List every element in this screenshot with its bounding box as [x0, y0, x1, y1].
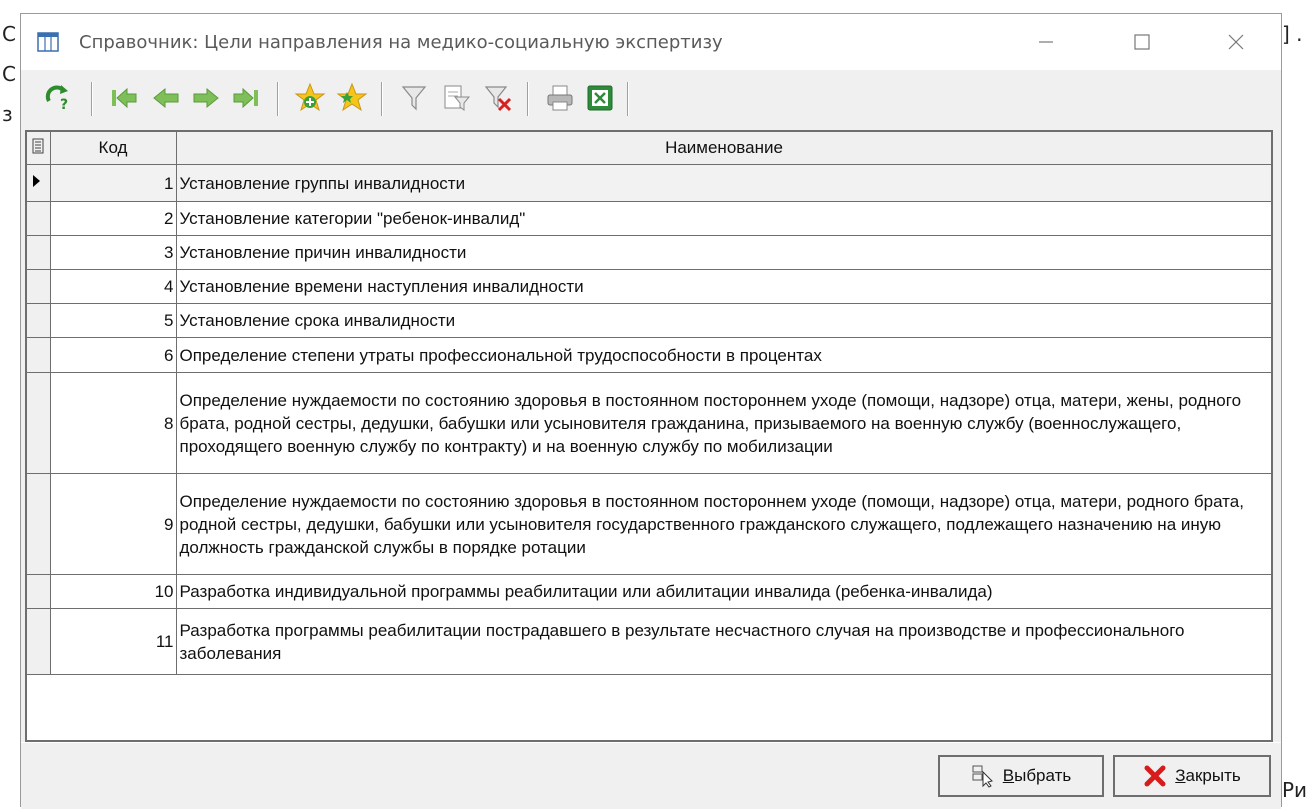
row-indicator[interactable]: [27, 303, 51, 338]
table-row[interactable]: 6 Определение степени утраты профессиона…: [27, 337, 1271, 373]
bg-text-fragment: С: [2, 62, 16, 86]
cell-name: Установление группы инвалидности: [176, 164, 1271, 202]
excel-icon: [587, 85, 613, 111]
cell-name: Установление срока инвалидности: [176, 303, 1271, 338]
select-pointer-icon: [972, 765, 993, 788]
close-button[interactable]: Закрыть: [1113, 755, 1271, 797]
cell-code: 8: [50, 372, 177, 474]
favorites-button[interactable]: [333, 80, 371, 116]
filter-document-icon: [444, 85, 471, 111]
title-bar: Справочник: Цели направления на медико-с…: [21, 14, 1281, 70]
cell-name: Разработка индивидуальной программы реаб…: [176, 574, 1271, 609]
reference-dialog: Справочник: Цели направления на медико-с…: [20, 13, 1282, 809]
maximize-icon: [1134, 34, 1150, 50]
close-x-icon: [1144, 765, 1166, 787]
refresh-button[interactable]: ?: [39, 80, 77, 116]
bg-text-fragment: з: [2, 102, 13, 126]
cell-code: 4: [50, 269, 177, 304]
table-icon: [37, 32, 59, 52]
filter-button[interactable]: [395, 80, 433, 116]
arrow-left-icon: [153, 87, 179, 109]
first-record-button[interactable]: [105, 80, 143, 116]
close-button-label: Закрыть: [1175, 766, 1241, 785]
filter-remove-icon: [484, 86, 512, 112]
cell-code: 10: [50, 574, 177, 609]
dialog-footer: Выбрать Закрыть: [21, 742, 1281, 809]
row-indicator[interactable]: [27, 372, 51, 474]
row-indicator[interactable]: [27, 574, 51, 609]
bg-text-fragment: Ри: [1282, 778, 1308, 802]
table-row[interactable]: 2 Установление категории "ребенок-инвали…: [27, 201, 1271, 236]
row-indicator[interactable]: [27, 269, 51, 304]
toolbar: ?: [21, 70, 1281, 128]
row-indicator[interactable]: [27, 235, 51, 270]
svg-text:?: ?: [60, 97, 68, 113]
bg-text-fragment: С: [2, 22, 16, 46]
minimize-icon: [1039, 41, 1053, 43]
row-indicator-header[interactable]: [27, 132, 51, 165]
filter-icon: [401, 86, 427, 111]
current-row-icon: [33, 174, 40, 187]
cell-code: 3: [50, 235, 177, 270]
close-window-button[interactable]: [1209, 24, 1263, 60]
row-indicator[interactable]: [27, 337, 51, 373]
minimize-button[interactable]: [1019, 24, 1073, 60]
last-record-button[interactable]: [227, 80, 265, 116]
next-record-button[interactable]: [187, 80, 225, 116]
arrow-right-icon: [193, 87, 219, 109]
cell-name: Установление времени наступления инвалид…: [176, 269, 1271, 304]
row-indicator[interactable]: [27, 608, 51, 675]
row-indicator[interactable]: [27, 164, 51, 202]
cell-name: Установление причин инвалидности: [176, 235, 1271, 270]
row-indicator[interactable]: [27, 473, 51, 575]
close-icon: [1228, 34, 1244, 50]
star-add-icon: [294, 82, 326, 112]
previous-record-button[interactable]: [147, 80, 185, 116]
cell-code: 1: [50, 164, 177, 202]
column-header-code[interactable]: Код: [50, 132, 177, 165]
cell-code: 5: [50, 303, 177, 338]
cell-name: Определение нуждаемости по состоянию здо…: [176, 372, 1271, 474]
export-excel-button[interactable]: [581, 80, 619, 116]
window-title: Справочник: Цели направления на медико-с…: [79, 32, 723, 53]
bg-text-fragment: ] .: [1282, 22, 1303, 46]
cell-code: 9: [50, 473, 177, 575]
filter-document-button[interactable]: [437, 80, 475, 116]
select-button[interactable]: Выбрать: [938, 755, 1104, 797]
data-grid[interactable]: Код Наименование 1 Установление группы и…: [25, 130, 1273, 742]
cell-name: Определение нуждаемости по состоянию здо…: [176, 473, 1271, 575]
star-icon: [336, 82, 368, 112]
add-favorite-button[interactable]: [291, 80, 329, 116]
arrow-first-icon: [112, 87, 137, 109]
row-indicator[interactable]: [27, 201, 51, 236]
column-header-name[interactable]: Наименование: [176, 132, 1271, 165]
table-row[interactable]: 3 Установление причин инвалидности: [27, 235, 1271, 270]
table-row[interactable]: 4 Установление времени наступления инвал…: [27, 269, 1271, 304]
table-row[interactable]: 5 Установление срока инвалидности: [27, 303, 1271, 338]
arrow-last-icon: [233, 87, 258, 109]
clear-filter-button[interactable]: [479, 80, 517, 116]
printer-icon: [547, 85, 573, 111]
table-row[interactable]: 9 Определение нуждаемости по состоянию з…: [27, 473, 1271, 575]
cell-code: 11: [50, 608, 177, 675]
cell-name: Разработка программы реабилитации постра…: [176, 608, 1271, 675]
cell-code: 6: [50, 337, 177, 373]
cell-name: Установление категории "ребенок-инвалид": [176, 201, 1271, 236]
table-row[interactable]: 8 Определение нуждаемости по состоянию з…: [27, 372, 1271, 474]
table-row[interactable]: 11 Разработка программы реабилитации пос…: [27, 608, 1271, 675]
table-row[interactable]: 1 Установление группы инвалидности: [27, 164, 1271, 202]
cell-code: 2: [50, 201, 177, 236]
cell-name: Определение степени утраты профессиональ…: [176, 337, 1271, 373]
refresh-icon: ?: [45, 85, 68, 113]
table-row[interactable]: 10 Разработка индивидуальной программы р…: [27, 574, 1271, 609]
column-menu-icon: [32, 138, 44, 153]
print-button[interactable]: [541, 80, 579, 116]
select-button-label: Выбрать: [1002, 766, 1072, 785]
maximize-button[interactable]: [1115, 24, 1169, 60]
